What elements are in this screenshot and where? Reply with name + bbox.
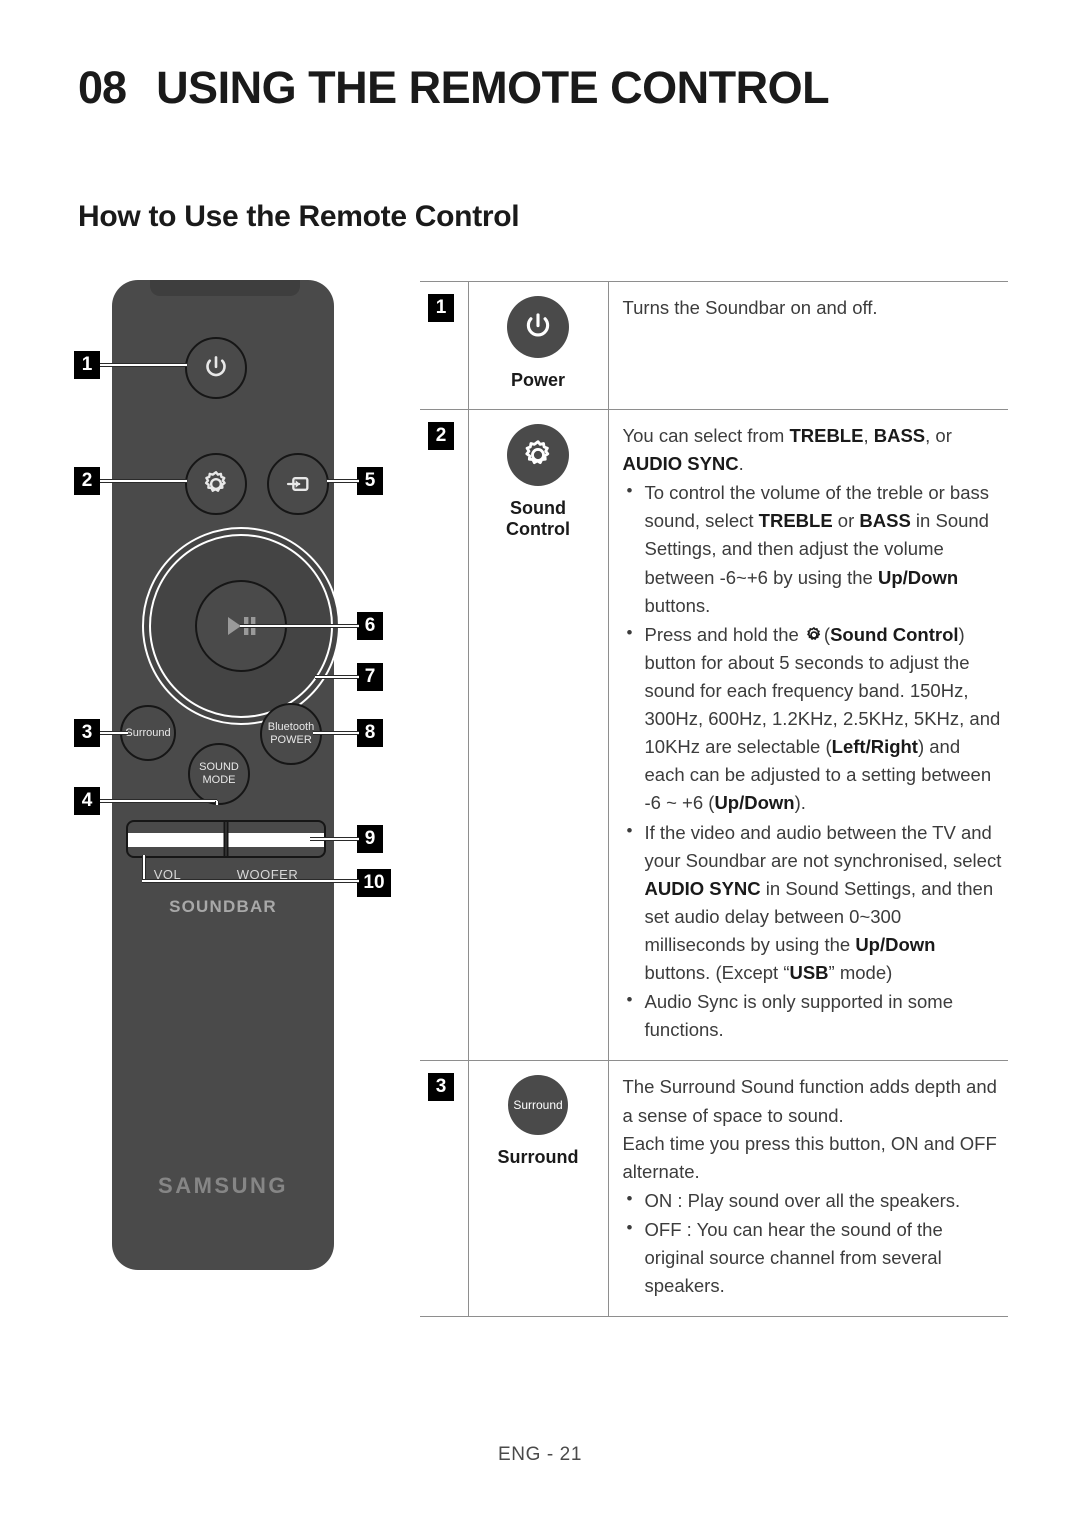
remote-surround-button[interactable]: Surround: [120, 705, 176, 761]
leader-line-2: [100, 479, 187, 483]
remote-functions-table: 1 Power Turns the Soundbar on and off. 2: [420, 281, 1008, 1318]
section-title: How to Use the Remote Control: [78, 200, 520, 233]
surround-paragraph-1: The Surround Sound function adds depth a…: [622, 1076, 997, 1126]
list-item: Press and hold the (Sound Control) butto…: [623, 620, 1003, 818]
leader-line-3: [100, 731, 128, 735]
table-row: 3 Surround Surround The Surround Sound f…: [420, 1060, 1008, 1318]
row-caption-power: Power: [510, 370, 566, 390]
page-footer: ENG - 21: [498, 1444, 582, 1465]
row-icon-cell: Power: [468, 281, 609, 410]
page-header: 08 USING THE REMOTE CONTROL: [78, 62, 830, 114]
surround-bullet-list: ON : Play sound over all the speakers. O…: [623, 1186, 1003, 1300]
power-button-icon: [507, 296, 569, 358]
table-row: 2 Sound Control You can select from TREB…: [420, 408, 1008, 1062]
chapter-number: 08: [78, 62, 127, 113]
inline-gear-icon: [805, 624, 823, 642]
row-number-cell: 3: [420, 1060, 469, 1318]
remote-power-button[interactable]: [185, 337, 247, 399]
remote-surround-label: Surround: [125, 727, 171, 739]
row-caption-sound-control: Sound Control: [506, 498, 570, 539]
leader-line-8: [313, 731, 359, 735]
samsung-logo: SAMSUNG: [158, 1173, 288, 1198]
list-item: ON : Play sound over all the speakers.: [623, 1186, 1003, 1215]
remote-source-button[interactable]: [267, 453, 329, 515]
callout-badge-4: 4: [74, 787, 100, 815]
list-item: If the video and audio between the TV an…: [623, 818, 1003, 988]
callout-badge-7: 7: [357, 663, 383, 691]
list-item: Audio Sync is only supported in some fun…: [623, 987, 1003, 1044]
row-number-cell: 1: [420, 281, 469, 410]
leader-line-5: [327, 479, 359, 483]
row-badge-2: 2: [428, 422, 454, 450]
power-icon: [526, 313, 550, 337]
sound-control-intro: You can select from TREBLE, BASS, or AUD…: [622, 425, 952, 475]
power-icon: [206, 356, 226, 377]
remote-sound-mode-label: SOUND MODE: [199, 761, 239, 786]
surround-paragraph-2: Each time you press this button, ON and …: [622, 1132, 997, 1182]
remote-ir-notch: [150, 280, 300, 296]
row-number-cell: 2: [420, 408, 469, 1062]
remote-sound-mode-button[interactable]: SOUND MODE: [188, 743, 250, 805]
leader-line-4a: [100, 799, 217, 803]
leader-line-9: [310, 837, 359, 841]
leader-line-1: [100, 363, 187, 367]
leader-line-6: [240, 624, 359, 628]
leader-line-7: [315, 675, 359, 679]
remote-sound-control-button[interactable]: [185, 453, 247, 515]
row-caption-surround: Surround: [497, 1147, 579, 1168]
sound-control-button-icon: [507, 424, 569, 486]
callout-badge-9: 9: [357, 825, 383, 853]
row-badge-3: 3: [428, 1073, 454, 1102]
leader-line-4c: [215, 801, 219, 805]
row-badge-1: 1: [428, 294, 454, 322]
table-row: 1 Power Turns the Soundbar on and off.: [420, 281, 1008, 410]
callout-badge-1: 1: [74, 351, 100, 379]
callout-badge-5: 5: [357, 467, 383, 495]
rocker-divider: [223, 822, 229, 856]
surround-icon-label: Surround: [513, 1098, 563, 1113]
page-title: USING THE REMOTE CONTROL: [156, 62, 830, 113]
remote-volume-woofer-rocker[interactable]: [126, 820, 326, 858]
surround-button-icon: Surround: [508, 1075, 568, 1136]
gear-icon: [525, 440, 550, 465]
callout-badge-8: 8: [357, 719, 383, 747]
row-icon-cell: Surround Surround: [468, 1060, 609, 1318]
remote-control-illustration: 1 2 5 6 7 Surround 3 SOUND MODE 4 Blueto…: [60, 275, 410, 1285]
remote-bluetooth-label: Bluetooth POWER: [267, 721, 315, 746]
row-description-cell: You can select from TREBLE, BASS, or AUD…: [608, 408, 1008, 1062]
row-description-cell: Turns the Soundbar on and off.: [608, 281, 1008, 410]
list-item: OFF : You can hear the sound of the orig…: [623, 1215, 1003, 1300]
sound-control-bullet-list: To control the volume of the treble or b…: [623, 478, 1003, 1044]
remote-soundbar-label: SOUNDBAR: [169, 897, 277, 916]
row-description-cell: The Surround Sound function adds depth a…: [608, 1060, 1008, 1318]
callout-badge-3: 3: [74, 719, 100, 747]
leader-line-10b: [142, 879, 359, 883]
callout-badge-6: 6: [357, 612, 383, 640]
row-icon-cell: Sound Control: [468, 408, 609, 1062]
source-input-icon: [286, 477, 309, 491]
gear-icon: [204, 471, 226, 492]
callout-badge-10: 10: [357, 869, 391, 897]
list-item: To control the volume of the treble or b…: [623, 478, 1003, 620]
callout-badge-2: 2: [74, 467, 100, 495]
power-description: Turns the Soundbar on and off.: [622, 297, 878, 318]
